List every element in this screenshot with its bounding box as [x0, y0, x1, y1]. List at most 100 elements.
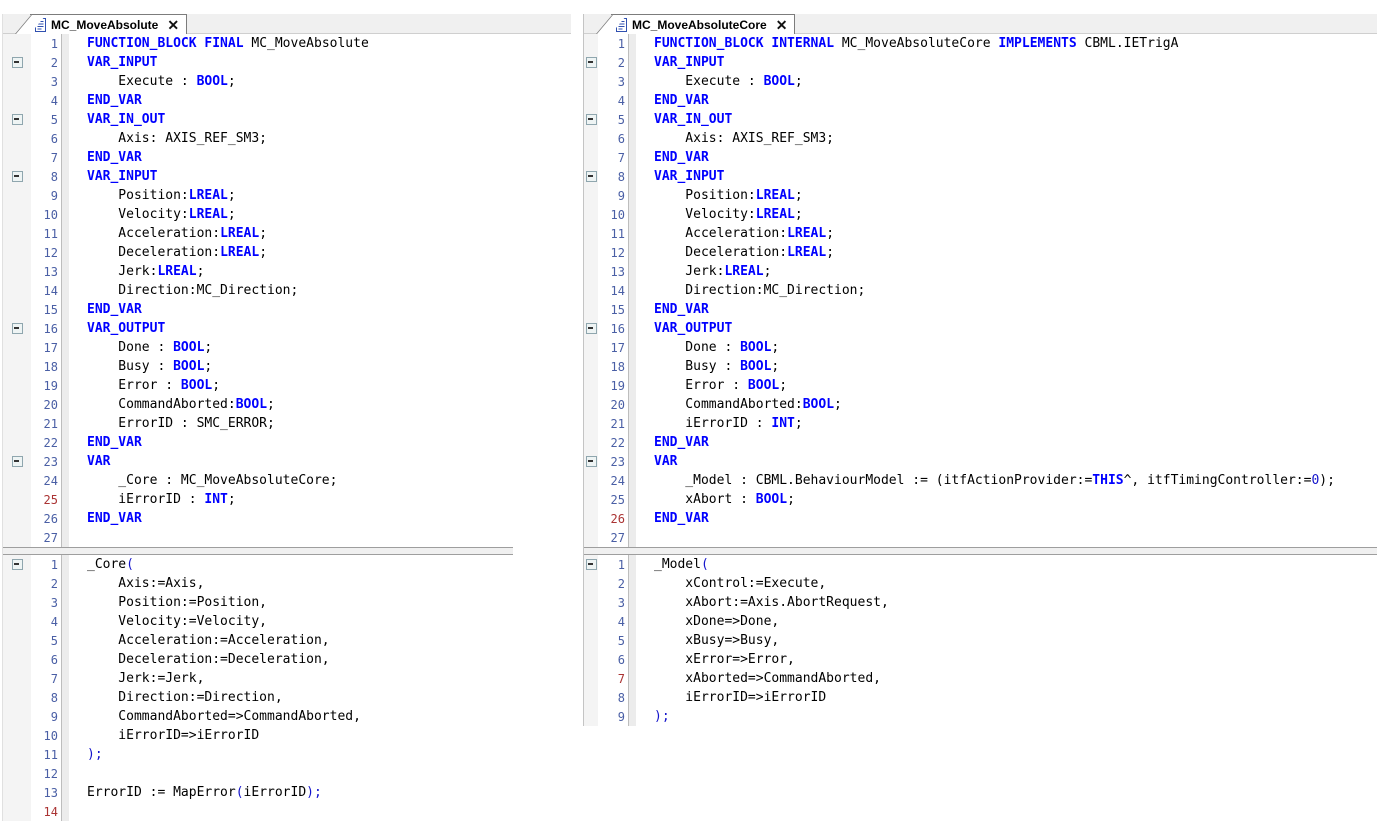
implementation-editor[interactable]: 1_Model(2 xControl:=Execute,3 xAbort:=Ax…: [584, 555, 1377, 726]
code-line[interactable]: 2VAR_INPUT: [3, 53, 571, 72]
code-line[interactable]: 25 iErrorID : INT;: [3, 490, 571, 509]
declaration-editor[interactable]: 1FUNCTION_BLOCK FINAL MC_MoveAbsolute2VA…: [3, 34, 571, 547]
tab-close-icon[interactable]: ✕: [776, 17, 788, 32]
fold-collapse-icon[interactable]: [586, 57, 597, 68]
code-line[interactable]: 13 Jerk:LREAL;: [584, 262, 1377, 281]
code-line[interactable]: 8VAR_INPUT: [3, 167, 571, 186]
code-line[interactable]: 2 Axis:=Axis,: [3, 574, 571, 593]
code-line[interactable]: 5 Acceleration:=Acceleration,: [3, 631, 571, 650]
code-line[interactable]: 15END_VAR: [584, 300, 1377, 319]
code-line[interactable]: 4END_VAR: [3, 91, 571, 110]
implementation-editor[interactable]: 1_Core(2 Axis:=Axis,3 Position:=Position…: [3, 555, 571, 821]
code-line[interactable]: 3 Execute : BOOL;: [584, 72, 1377, 91]
code-line[interactable]: 12 Deceleration:LREAL;: [584, 243, 1377, 262]
fold-collapse-icon[interactable]: [586, 171, 597, 182]
editor-tab-mc-moveabsolutecore[interactable]: MC_MoveAbsoluteCore ✕: [611, 14, 795, 34]
code-line[interactable]: 10 Velocity:LREAL;: [584, 205, 1377, 224]
fold-collapse-icon[interactable]: [12, 57, 23, 68]
code-line[interactable]: 13 Jerk:LREAL;: [3, 262, 571, 281]
code-line[interactable]: 22END_VAR: [584, 433, 1377, 452]
fold-collapse-icon[interactable]: [586, 114, 597, 125]
code-line[interactable]: 17 Done : BOOL;: [584, 338, 1377, 357]
code-line[interactable]: 14 Direction:MC_Direction;: [584, 281, 1377, 300]
code-line[interactable]: 3 xAbort:=Axis.AbortRequest,: [584, 593, 1377, 612]
code-line[interactable]: 4 xDone=>Done,: [584, 612, 1377, 631]
code-line[interactable]: 2VAR_INPUT: [584, 53, 1377, 72]
code-line[interactable]: 17 Done : BOOL;: [3, 338, 571, 357]
code-line[interactable]: 7 xAborted=>CommandAborted,: [584, 669, 1377, 688]
code-line[interactable]: 18 Busy : BOOL;: [584, 357, 1377, 376]
code-line[interactable]: 11);: [3, 745, 571, 764]
code-line[interactable]: 27: [3, 528, 571, 547]
code-line[interactable]: 4 Velocity:=Velocity,: [3, 612, 571, 631]
code-line[interactable]: 18 Busy : BOOL;: [3, 357, 571, 376]
code-line[interactable]: 6 Deceleration:=Deceleration,: [3, 650, 571, 669]
code-line[interactable]: 26END_VAR: [584, 509, 1377, 528]
code-line[interactable]: 7 Jerk:=Jerk,: [3, 669, 571, 688]
code-line[interactable]: 25 xAbort : BOOL;: [584, 490, 1377, 509]
fold-collapse-icon[interactable]: [12, 456, 23, 467]
tab-close-icon[interactable]: ✕: [167, 17, 179, 32]
code-line[interactable]: 23VAR: [3, 452, 571, 471]
code-line[interactable]: 5VAR_IN_OUT: [3, 110, 571, 129]
code-line[interactable]: 7END_VAR: [584, 148, 1377, 167]
code-line[interactable]: 21 iErrorID : INT;: [584, 414, 1377, 433]
code-line[interactable]: 22END_VAR: [3, 433, 571, 452]
code-line[interactable]: 7END_VAR: [3, 148, 571, 167]
code-line[interactable]: 15END_VAR: [3, 300, 571, 319]
code-line[interactable]: 3 Execute : BOOL;: [3, 72, 571, 91]
code-line[interactable]: 11 Acceleration:LREAL;: [584, 224, 1377, 243]
editor-tab-mc-moveabsolute[interactable]: MC_MoveAbsolute ✕: [30, 14, 187, 34]
code-line[interactable]: 9);: [584, 707, 1377, 726]
code-line[interactable]: 20 CommandAborted:BOOL;: [3, 395, 571, 414]
code-line[interactable]: 19 Error : BOOL;: [584, 376, 1377, 395]
code-line[interactable]: 6 Axis: AXIS_REF_SM3;: [3, 129, 571, 148]
code-line[interactable]: 11 Acceleration:LREAL;: [3, 224, 571, 243]
code-line[interactable]: 9 CommandAborted=>CommandAborted,: [3, 707, 571, 726]
fold-collapse-icon[interactable]: [12, 171, 23, 182]
code-line[interactable]: 5VAR_IN_OUT: [584, 110, 1377, 129]
code-line[interactable]: 19 Error : BOOL;: [3, 376, 571, 395]
code-line[interactable]: 3 Position:=Position,: [3, 593, 571, 612]
fold-collapse-icon[interactable]: [586, 559, 597, 570]
code-line[interactable]: 6 Axis: AXIS_REF_SM3;: [584, 129, 1377, 148]
code-text: Deceleration:LREAL;: [69, 243, 571, 262]
code-line[interactable]: 10 Velocity:LREAL;: [3, 205, 571, 224]
declaration-editor[interactable]: 1FUNCTION_BLOCK INTERNAL MC_MoveAbsolute…: [584, 34, 1377, 547]
code-line[interactable]: 1_Core(: [3, 555, 571, 574]
declaration-implementation-split-handle[interactable]: [584, 547, 1377, 555]
code-line[interactable]: 6 xError=>Error,: [584, 650, 1377, 669]
code-line[interactable]: 8 iErrorID=>iErrorID: [584, 688, 1377, 707]
code-line[interactable]: 5 xBusy=>Busy,: [584, 631, 1377, 650]
code-line[interactable]: 16VAR_OUTPUT: [3, 319, 571, 338]
code-line[interactable]: 16VAR_OUTPUT: [584, 319, 1377, 338]
code-line[interactable]: 20 CommandAborted:BOOL;: [584, 395, 1377, 414]
code-line[interactable]: 1FUNCTION_BLOCK INTERNAL MC_MoveAbsolute…: [584, 34, 1377, 53]
fold-collapse-icon[interactable]: [586, 456, 597, 467]
fold-collapse-icon[interactable]: [586, 323, 597, 334]
code-line[interactable]: 12 Deceleration:LREAL;: [3, 243, 571, 262]
code-line[interactable]: 12: [3, 764, 571, 783]
code-line[interactable]: 24 _Core : MC_MoveAbsoluteCore;: [3, 471, 571, 490]
code-line[interactable]: 4END_VAR: [584, 91, 1377, 110]
code-line[interactable]: 14: [3, 802, 571, 821]
code-line[interactable]: 23VAR: [584, 452, 1377, 471]
fold-collapse-icon[interactable]: [12, 114, 23, 125]
code-line[interactable]: 24 _Model : CBML.BehaviourModel := (itfA…: [584, 471, 1377, 490]
code-line[interactable]: 13ErrorID := MapError(iErrorID);: [3, 783, 571, 802]
code-line[interactable]: 10 iErrorID=>iErrorID: [3, 726, 571, 745]
code-line[interactable]: 14 Direction:MC_Direction;: [3, 281, 571, 300]
code-line[interactable]: 1_Model(: [584, 555, 1377, 574]
code-line[interactable]: 1FUNCTION_BLOCK FINAL MC_MoveAbsolute: [3, 34, 571, 53]
code-line[interactable]: 8 Direction:=Direction,: [3, 688, 571, 707]
fold-collapse-icon[interactable]: [12, 323, 23, 334]
code-line[interactable]: 9 Position:LREAL;: [3, 186, 571, 205]
code-line[interactable]: 8VAR_INPUT: [584, 167, 1377, 186]
code-line[interactable]: 26END_VAR: [3, 509, 571, 528]
code-line[interactable]: 27: [584, 528, 1377, 547]
code-line[interactable]: 21 ErrorID : SMC_ERROR;: [3, 414, 571, 433]
declaration-implementation-split-handle[interactable]: [3, 547, 513, 555]
fold-collapse-icon[interactable]: [12, 559, 23, 570]
code-line[interactable]: 2 xControl:=Execute,: [584, 574, 1377, 593]
code-line[interactable]: 9 Position:LREAL;: [584, 186, 1377, 205]
